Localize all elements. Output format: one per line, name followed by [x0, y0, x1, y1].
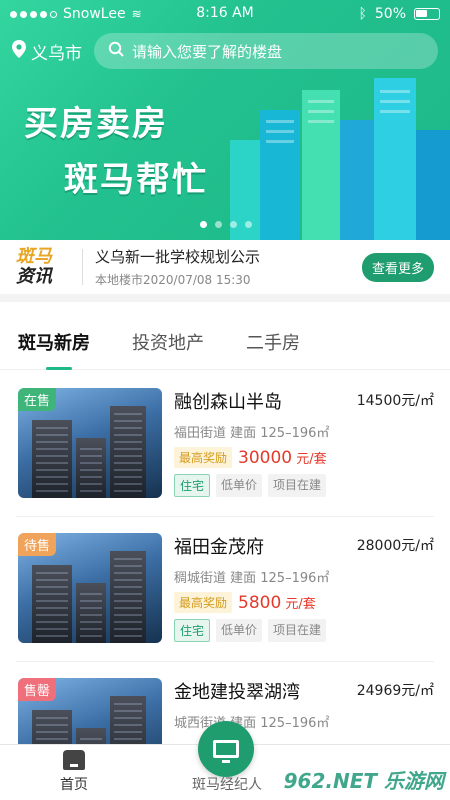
listing-card[interactable]: 待售 福田金茂府 28000元/㎡ 稠城街道 建面 125–196㎡ 最高奖励 … [16, 517, 434, 662]
listing-meta: 福田街道 建面 125–196㎡ [174, 426, 330, 441]
carousel-dots[interactable] [200, 221, 252, 228]
header-banner: SnowLee ≋ 8:16 AM ᛒ 50% 义乌市 请输入您要了解的楼盘 买… [0, 0, 450, 240]
monitor-icon [213, 740, 239, 763]
news-logo-line2: 资讯 [16, 266, 52, 287]
tab-second-hand[interactable]: 二手房 [246, 318, 300, 370]
city-illustration [230, 78, 450, 240]
tag-low-price: 低单价 [216, 619, 263, 642]
news-logo: 斑马 资讯 [16, 247, 70, 287]
listing-image: 在售 [18, 388, 162, 498]
listing-price: 28000元/㎡ [356, 538, 434, 554]
tab-new-homes[interactable]: 斑马新房 [18, 318, 90, 370]
tag-residential: 住宅 [174, 474, 211, 497]
reward-value: 30000 [238, 447, 293, 468]
listing-card[interactable]: 在售 融创森山半岛 14500元/㎡ 福田街道 建面 125–196㎡ 最高奖励… [16, 372, 434, 517]
news-subtitle: 本地楼市2020/07/08 15:30 [95, 273, 251, 287]
home-icon [63, 750, 85, 770]
news-logo-line1: 斑马 [16, 246, 52, 267]
tag-low-price: 低单价 [216, 474, 263, 497]
divider [82, 249, 83, 285]
tag-residential: 住宅 [174, 619, 211, 642]
banner-headline-2: 斑马帮忙 [64, 160, 208, 200]
watermark: 962.NET 乐游网 [283, 769, 444, 793]
reward-value: 5800 [238, 592, 282, 613]
search-placeholder: 请输入您要了解的楼盘 [132, 42, 283, 61]
search-icon [108, 41, 124, 61]
search-input[interactable]: 请输入您要了解的楼盘 [94, 33, 438, 69]
reward-unit: 元/套 [281, 596, 316, 612]
listing-price: 14500元/㎡ [356, 393, 434, 409]
reward-unit: 元/套 [292, 451, 327, 467]
category-tabs: 斑马新房 投资地产 二手房 [0, 318, 450, 370]
carousel-dot[interactable] [245, 221, 252, 228]
banner-headline-1: 买房卖房 [24, 104, 168, 144]
view-more-button[interactable]: 查看更多 [361, 252, 434, 282]
battery-icon [414, 8, 440, 20]
nav-agent[interactable]: 斑马经纪人 [192, 774, 262, 794]
tag-under-construction: 项目在建 [268, 619, 327, 642]
listing-image: 待售 [18, 533, 162, 643]
location-label: 义乌市 [31, 43, 82, 64]
news-title[interactable]: 义乌新一批学校规划公示 [95, 246, 362, 267]
carousel-dot[interactable] [200, 221, 207, 228]
reward-label: 最高奖励 [174, 447, 233, 468]
location-pin-icon [12, 39, 26, 63]
status-badge: 售罄 [18, 678, 57, 701]
listing-meta: 稠城街道 建面 125–196㎡ [174, 571, 330, 586]
status-badge: 待售 [18, 533, 57, 556]
bottom-nav: 首页 斑马经纪人 962.NET 乐游网 [0, 721, 450, 800]
nav-agent-label: 斑马经纪人 [192, 777, 262, 793]
status-bar: SnowLee ≋ 8:16 AM ᛒ 50% [0, 0, 450, 28]
tag-under-construction: 项目在建 [268, 474, 327, 497]
carousel-dot[interactable] [230, 221, 237, 228]
nav-home-label: 首页 [60, 777, 88, 793]
location-selector[interactable]: 义乌市 [12, 39, 82, 64]
listing-price: 24969元/㎡ [356, 683, 434, 699]
carousel-dot[interactable] [215, 221, 222, 228]
status-time: 8:16 AM [196, 5, 254, 21]
tab-investment[interactable]: 投资地产 [132, 318, 204, 370]
status-badge: 在售 [18, 388, 57, 411]
nav-home[interactable]: 首页 [60, 750, 88, 794]
news-bar[interactable]: 斑马 资讯 义乌新一批学校规划公示 本地楼市2020/07/08 15:30 查… [0, 240, 450, 302]
reward-label: 最高奖励 [174, 592, 233, 613]
agent-center-button[interactable] [198, 721, 254, 777]
